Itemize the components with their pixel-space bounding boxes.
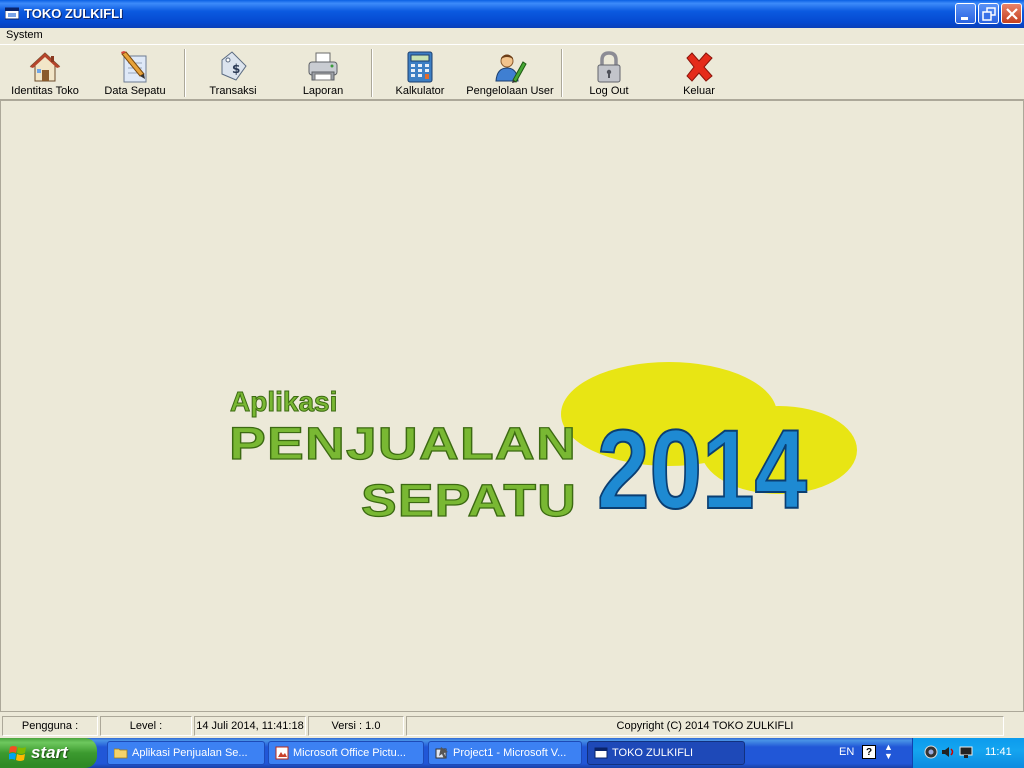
transaksi-button[interactable]: $ Transaksi — [188, 48, 278, 98]
status-bar: Pengguna : Level : 14 Juli 2014, 11:41:1… — [0, 714, 1024, 738]
app-icon[interactable] — [5, 7, 19, 20]
help-icon[interactable]: ? — [862, 745, 876, 759]
title-bar: TOKO ZULKIFLI — [0, 0, 1024, 28]
menu-system[interactable]: System — [6, 29, 43, 41]
data-sepatu-button[interactable]: Data Sepatu — [90, 48, 180, 98]
pencil-document-icon — [121, 51, 147, 83]
identitas-toko-label: Identitas Toko — [11, 85, 79, 97]
transaksi-label: Transaksi — [209, 85, 257, 97]
splash-logo: Aplikasi PENJUALAN SEPATU 2014 — [228, 362, 857, 531]
language-arrows-icon[interactable]: ▲ ▼ — [884, 743, 893, 761]
svg-text:$: $ — [232, 62, 240, 76]
window-title: TOKO ZULKIFLI — [24, 6, 123, 21]
close-button[interactable] — [1001, 3, 1022, 24]
start-label: start — [31, 743, 68, 762]
task-visual-basic[interactable]: Project1 - Microsoft V... — [428, 741, 582, 765]
money-tag-icon: $ — [221, 51, 247, 81]
red-x-icon — [686, 52, 713, 82]
log-out-button[interactable]: Log Out — [564, 48, 654, 98]
splash-aplikasi: Aplikasi — [230, 386, 337, 417]
status-copyright: Copyright (C) 2014 TOKO ZULKIFLI — [406, 716, 1004, 736]
clock[interactable]: 11:41 — [985, 746, 1012, 758]
user-edit-icon — [495, 54, 527, 83]
display-icon[interactable] — [959, 745, 973, 759]
splash-penjualan: PENJUALAN — [229, 418, 577, 469]
task-label: Project1 - Microsoft V... — [453, 747, 567, 759]
folder-icon — [114, 748, 128, 759]
visual-basic-icon — [435, 747, 448, 759]
windows-logo-icon — [9, 746, 26, 761]
picture-manager-icon — [275, 746, 289, 760]
minimize-icon — [961, 17, 968, 20]
volume-icon[interactable] — [941, 745, 955, 759]
status-datetime: 14 Juli 2014, 11:41:18 — [194, 716, 306, 736]
network-icon[interactable] — [924, 745, 938, 759]
pengelolaan-user-label: Pengelolaan User — [466, 85, 554, 97]
laporan-label: Laporan — [302, 85, 344, 97]
splash-sepatu: SEPATU — [361, 475, 577, 526]
main-area: Aplikasi PENJUALAN SEPATU 2014 — [0, 100, 1024, 712]
minimize-button[interactable] — [955, 3, 976, 24]
task-label: Microsoft Office Pictu... — [293, 747, 406, 759]
kalkulator-button[interactable]: Kalkulator — [375, 48, 465, 98]
toolbar-separator — [371, 49, 373, 97]
keluar-button[interactable]: Keluar — [654, 48, 744, 98]
keluar-label: Keluar — [683, 85, 715, 97]
taskbar: start Aplikasi Penjualan Se... Microsoft… — [0, 738, 1024, 768]
restore-button[interactable] — [978, 3, 999, 24]
task-aplikasi-penjualan[interactable]: Aplikasi Penjualan Se... — [107, 741, 265, 765]
language-indicator[interactable]: EN — [839, 746, 854, 758]
task-picture-manager[interactable]: Microsoft Office Pictu... — [268, 741, 424, 765]
app-icon — [594, 747, 608, 759]
printer-icon — [308, 52, 338, 81]
pengelolaan-user-button[interactable]: Pengelolaan User — [465, 48, 555, 98]
system-tray: 11:41 — [912, 738, 1024, 768]
splash-year: 2014 — [597, 407, 807, 531]
status-version: Versi : 1.0 — [308, 716, 404, 736]
task-label: Aplikasi Penjualan Se... — [132, 747, 248, 759]
laporan-button[interactable]: Laporan — [278, 48, 368, 98]
status-user: Pengguna : — [2, 716, 98, 736]
close-icon — [1006, 8, 1018, 20]
menu-bar: System — [0, 28, 1024, 44]
identitas-toko-button[interactable]: Identitas Toko — [0, 48, 90, 98]
toolbar-separator — [184, 49, 186, 97]
calculator-icon — [407, 51, 433, 83]
toolbar: Identitas Toko Data Sepatu $ Transaksi L… — [0, 44, 1024, 100]
data-sepatu-label: Data Sepatu — [104, 85, 166, 97]
kalkulator-label: Kalkulator — [395, 85, 445, 97]
status-level: Level : — [100, 716, 192, 736]
toolbar-separator — [561, 49, 563, 97]
start-button[interactable]: start — [0, 738, 97, 768]
padlock-icon — [597, 51, 621, 83]
task-toko-zulkifli[interactable]: TOKO ZULKIFLI — [587, 741, 745, 765]
house-icon — [29, 52, 61, 82]
task-label: TOKO ZULKIFLI — [612, 747, 694, 759]
restore-icon — [982, 7, 996, 21]
log-out-label: Log Out — [589, 85, 629, 97]
